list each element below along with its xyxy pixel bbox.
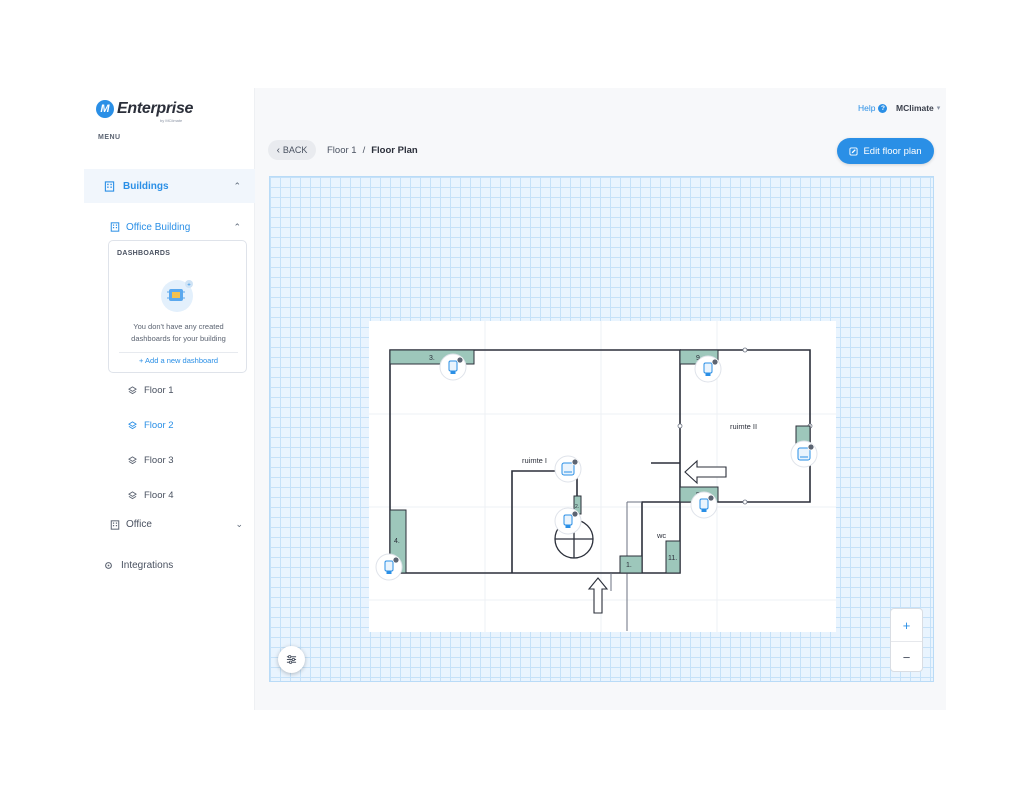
user-menu[interactable]: MClimate ▾ [896, 103, 940, 113]
sidebar-item-label: Buildings [123, 180, 169, 192]
edit-icon [849, 146, 859, 156]
radiator-label: 11. [668, 555, 677, 562]
sidebar-item-label: Integrations [121, 560, 174, 571]
edit-floor-plan-button[interactable]: Edit floor plan [837, 138, 934, 164]
bottom-strip [255, 692, 946, 710]
sidebar-item-label: Floor 1 [144, 385, 174, 396]
dashboards-card: DASHBOARDS + You don't have any created … [108, 240, 247, 373]
chevron-left-icon: ‹ [276, 144, 280, 156]
device-marker-icon[interactable] [554, 507, 582, 535]
sidebar-item-label: Office [126, 519, 152, 530]
room-label: ruimte II [730, 422, 757, 431]
sidebar-item-label: Floor 2 [144, 420, 174, 431]
chevron-up-icon[interactable]: ⌃ [233, 222, 241, 233]
brand-badge: M [96, 100, 114, 118]
sidebar-item-floor-3[interactable]: Floor 3 [128, 455, 174, 466]
layers-icon [128, 456, 137, 465]
help-link[interactable]: Help ? [858, 103, 888, 113]
back-button[interactable]: ‹ BACK [268, 140, 316, 160]
room-label: ruimte I [522, 456, 547, 465]
chevron-down-icon[interactable]: ⌄ [235, 519, 243, 530]
zoom-control: + − [890, 608, 923, 672]
layers-icon [128, 491, 137, 500]
device-marker-icon[interactable] [790, 440, 818, 468]
help-label: Help [858, 103, 876, 113]
sidebar-item-label: Floor 3 [144, 455, 174, 466]
sidebar-item-floor-1[interactable]: Floor 1 [128, 385, 174, 396]
user-name: MClimate [896, 103, 934, 113]
sidebar: M Enterprise by MClimate MENU Buildings … [84, 88, 255, 710]
sidebar-item-buildings[interactable]: Buildings ⌃ [84, 169, 255, 203]
radiator-label: 1. [626, 562, 632, 569]
back-label: BACK [282, 145, 308, 155]
brand-sub: by MClimate [160, 118, 183, 123]
sidebar-item-label: Floor 4 [144, 490, 174, 501]
device-marker-icon[interactable] [375, 553, 403, 581]
dashboards-empty-text: You don't have any created dashboards fo… [131, 322, 226, 343]
brand-logo[interactable]: M Enterprise [96, 100, 193, 118]
floor-plan[interactable]: 3. 9. 4. 5. 1. 11. 2. ruimte I ruimte II… [369, 321, 836, 632]
sidebar-item-integrations[interactable]: Integrations [104, 560, 173, 571]
sidebar-item-floor-4[interactable]: Floor 4 [128, 490, 174, 501]
chevron-down-icon: ▾ [936, 105, 941, 112]
building-icon [110, 519, 120, 530]
device-marker-icon[interactable] [694, 355, 722, 383]
sidebar-item-office[interactable]: Office ⌄ [110, 519, 255, 530]
chevron-up-icon[interactable]: ⌃ [233, 181, 241, 192]
filter-settings-button[interactable] [278, 646, 305, 673]
device-marker-icon[interactable] [439, 353, 467, 381]
sliders-icon [286, 655, 297, 664]
breadcrumb-separator: / [362, 145, 366, 156]
menu-label: MENU [98, 134, 121, 141]
device-marker-icon[interactable] [554, 455, 582, 483]
sidebar-item-floor-2[interactable]: Floor 2 [128, 420, 174, 431]
add-dashboard-link[interactable]: + Add a new dashboard [119, 352, 238, 368]
sidebar-item-office-building[interactable]: Office Building ⌃ [84, 218, 255, 236]
app-window: M Enterprise by MClimate MENU Buildings … [84, 88, 946, 710]
radiator-label: 3. [429, 355, 435, 362]
breadcrumb-current: Floor Plan [371, 145, 418, 156]
zoom-out-button[interactable]: − [891, 641, 922, 673]
edit-floor-plan-label: Edit floor plan [863, 145, 922, 157]
building-icon [104, 180, 115, 192]
svg-text:+: + [187, 283, 191, 289]
brand-name: Enterprise [117, 100, 194, 117]
building-icon [110, 222, 120, 232]
floor-plan-canvas[interactable]: 3. 9. 4. 5. 1. 11. 2. ruimte I ruimte II… [269, 176, 934, 682]
layers-icon [128, 386, 137, 395]
sidebar-item-label: Office Building [126, 221, 191, 233]
radiator-label: 2. [575, 504, 579, 510]
question-icon: ? [878, 103, 888, 113]
zoom-in-button[interactable]: + [891, 609, 922, 641]
radiator-label: 4. [394, 538, 400, 545]
room-label: wc [656, 531, 666, 540]
device-marker-icon[interactable] [690, 491, 718, 519]
gear-icon [105, 562, 112, 569]
layers-icon [128, 421, 137, 430]
chip-illustration-icon: + [161, 280, 193, 312]
breadcrumb: Floor 1 / Floor Plan [327, 145, 418, 156]
dashboards-title: DASHBOARDS [117, 250, 171, 257]
breadcrumb-floor[interactable]: Floor 1 [327, 145, 357, 156]
